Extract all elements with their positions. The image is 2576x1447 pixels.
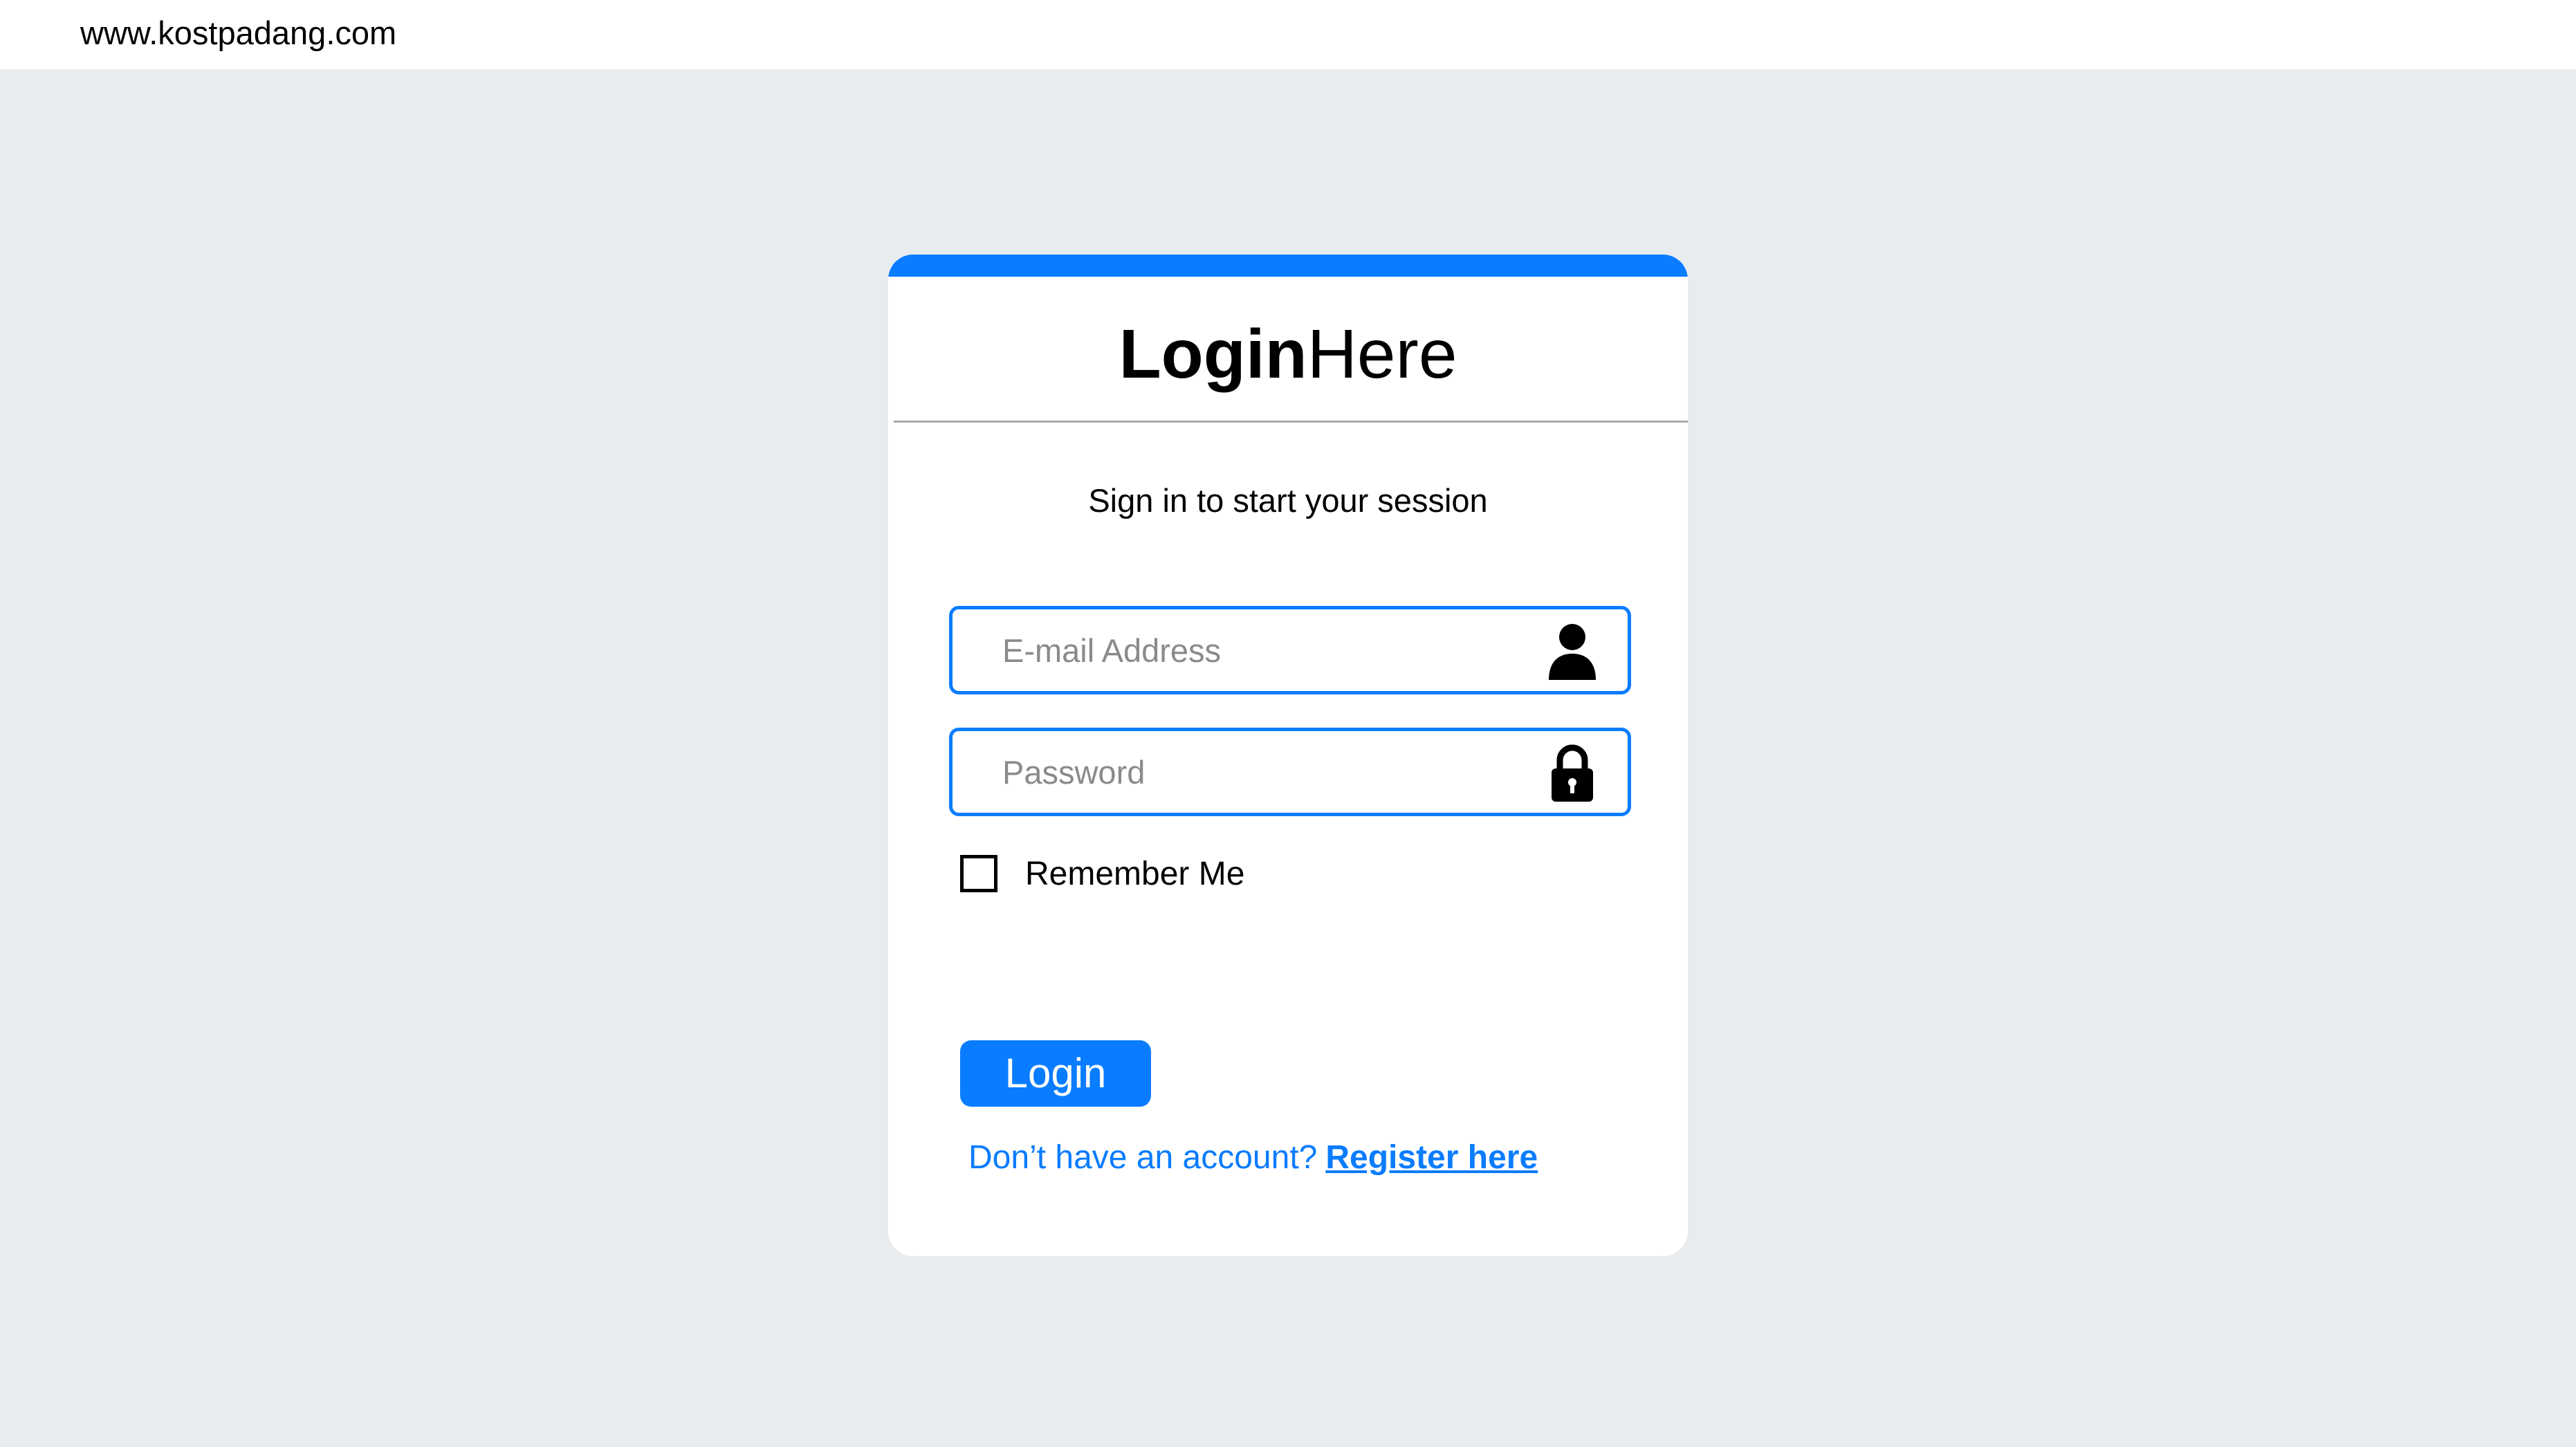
title-regular: Here [1307, 315, 1457, 393]
register-link[interactable]: Register here [1325, 1139, 1538, 1176]
register-prompt: Don’t have an account? Register here [968, 1137, 1538, 1179]
register-prompt-text: Don’t have an account? [968, 1139, 1318, 1176]
page-title: LoginHere [888, 313, 1688, 396]
login-button[interactable]: Login [960, 1040, 1151, 1107]
top-bar: www.kostpadang.com [0, 0, 2576, 69]
user-icon [1549, 624, 1596, 680]
site-url: www.kostpadang.com [80, 15, 397, 51]
remember-me-label[interactable]: Remember Me [1025, 854, 1244, 895]
card-accent-bar [888, 255, 1688, 277]
remember-me-checkbox[interactable] [960, 855, 997, 892]
password-field[interactable] [949, 728, 1631, 816]
lock-icon [1552, 744, 1593, 802]
title-divider [894, 421, 1688, 423]
title-bold: Login [1119, 315, 1307, 393]
email-input[interactable] [1002, 609, 1528, 691]
password-input[interactable] [1002, 731, 1528, 813]
email-field[interactable] [949, 606, 1631, 694]
login-card: LoginHere Sign in to start your session … [888, 255, 1688, 1256]
subtitle: Sign in to start your session [1088, 482, 1488, 519]
